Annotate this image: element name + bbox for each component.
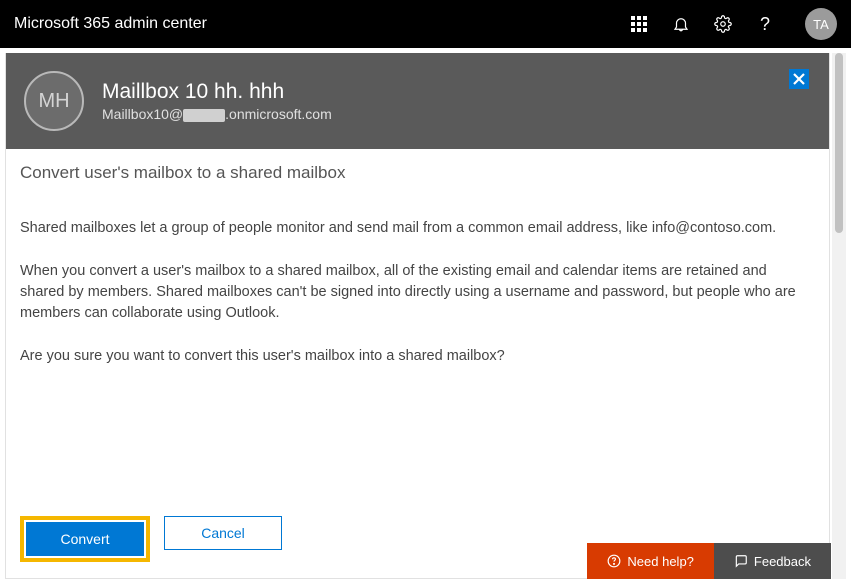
- settings-icon[interactable]: [713, 14, 733, 34]
- feedback-button[interactable]: Feedback: [714, 543, 831, 579]
- paragraph-2: When you convert a user's mailbox to a s…: [20, 261, 815, 324]
- paragraph-1: Shared mailboxes let a group of people m…: [20, 218, 815, 239]
- topbar-title: Microsoft 365 admin center: [14, 15, 629, 33]
- feedback-label: Feedback: [754, 554, 811, 569]
- scrollbar-thumb[interactable]: [835, 53, 843, 233]
- topbar-icons: ? TA: [629, 8, 837, 40]
- mailbox-avatar: MH: [24, 71, 84, 131]
- action-buttons: Convert Cancel: [20, 516, 282, 562]
- need-help-label: Need help?: [627, 554, 694, 569]
- dialog-panel: MH Maillbox 10 hh. hhh Maillbox10@ .onmic…: [5, 53, 830, 579]
- mailbox-display-name: Maillbox 10 hh. hhh: [102, 80, 332, 104]
- panel-header: MH Maillbox 10 hh. hhh Maillbox10@ .onmic…: [6, 53, 829, 149]
- convert-highlight: Convert: [20, 516, 150, 562]
- footer-bar: Need help? Feedback: [587, 543, 831, 579]
- email-suffix: .onmicrosoft.com: [225, 106, 332, 122]
- convert-button[interactable]: Convert: [26, 522, 144, 556]
- help-icon[interactable]: ?: [755, 14, 775, 34]
- email-prefix: Maillbox10@: [102, 106, 183, 122]
- paragraph-3: Are you sure you want to convert this us…: [20, 346, 815, 367]
- panel-body: Convert user's mailbox to a shared mailb…: [6, 149, 829, 578]
- section-title: Convert user's mailbox to a shared mailb…: [20, 161, 815, 186]
- notifications-icon[interactable]: [671, 14, 691, 34]
- cancel-button[interactable]: Cancel: [164, 516, 282, 550]
- user-avatar[interactable]: TA: [805, 8, 837, 40]
- close-icon[interactable]: [789, 69, 809, 89]
- email-redacted: [183, 109, 225, 122]
- app-launcher-icon[interactable]: [629, 14, 649, 34]
- topbar: Microsoft 365 admin center ? TA: [0, 0, 851, 48]
- need-help-button[interactable]: Need help?: [587, 543, 714, 579]
- mailbox-email: Maillbox10@ .onmicrosoft.com: [102, 106, 332, 122]
- scrollbar[interactable]: [832, 53, 846, 579]
